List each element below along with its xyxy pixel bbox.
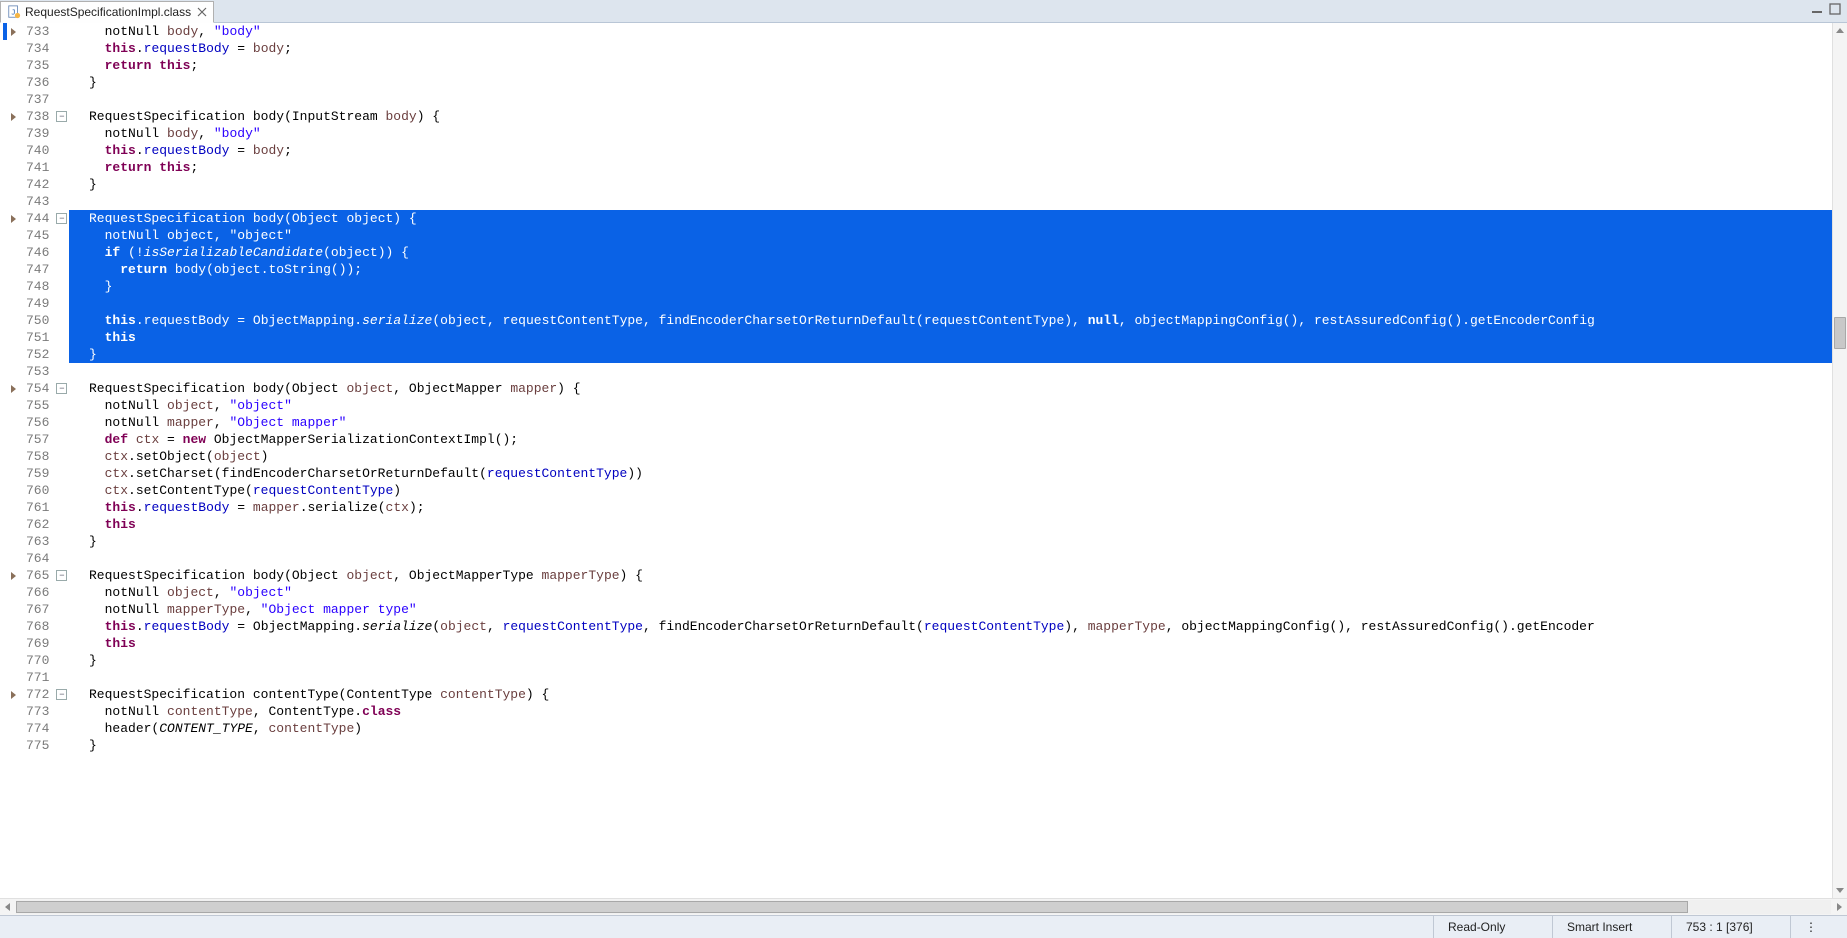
code-line[interactable] (69, 669, 1832, 686)
hscroll-track[interactable] (16, 900, 1831, 914)
tab-close-icon[interactable] (197, 7, 207, 17)
code-line[interactable]: } (69, 652, 1832, 669)
editor-window: J RequestSpecificationImpl.class 733 734… (0, 0, 1847, 938)
code-line[interactable]: header(CONTENT_TYPE, contentType) (69, 720, 1832, 737)
code-line[interactable]: notNull mapperType, "Object mapper type" (69, 601, 1832, 618)
code-line[interactable]: } (69, 176, 1832, 193)
scroll-down-icon[interactable] (1833, 882, 1847, 898)
fold-toggle-icon[interactable]: − (56, 689, 67, 700)
code-line[interactable]: def ctx = new ObjectMapperSerializationC… (69, 431, 1832, 448)
code-line[interactable]: RequestSpecification body(Object object,… (69, 380, 1832, 397)
code-line[interactable]: return this; (69, 57, 1832, 74)
code-line[interactable] (69, 193, 1832, 210)
override-marker-icon[interactable] (11, 691, 16, 699)
hscroll-thumb[interactable] (16, 901, 1688, 913)
editor-tab[interactable]: J RequestSpecificationImpl.class (0, 1, 214, 23)
vscroll-thumb[interactable] (1834, 317, 1846, 349)
code-line[interactable]: RequestSpecification body(Object object,… (69, 567, 1832, 584)
code-line[interactable]: } (69, 74, 1832, 91)
code-line[interactable]: RequestSpecification contentType(Content… (69, 686, 1832, 703)
code-line[interactable]: notNull body, "body" (69, 23, 1832, 40)
override-marker-icon[interactable] (11, 113, 16, 121)
status-cursor-position: 753 : 1 [376] (1671, 916, 1790, 938)
code-line[interactable] (69, 363, 1832, 380)
scroll-left-icon[interactable] (0, 899, 16, 915)
tab-title: RequestSpecificationImpl.class (25, 5, 191, 19)
code-viewport[interactable]: notNull body, "body" this.requestBody = … (69, 23, 1832, 898)
code-line[interactable]: if (!isSerializableCandidate(object)) { (69, 244, 1832, 261)
code-line[interactable]: ctx.setCharset(findEncoderCharsetOrRetur… (69, 465, 1832, 482)
fold-toggle-icon[interactable]: − (56, 570, 67, 581)
marker-ruler (0, 23, 10, 898)
code-line[interactable]: this (69, 516, 1832, 533)
status-bar: Read-Only Smart Insert 753 : 1 [376] ⋮ (0, 915, 1847, 938)
editor-body: 733 734 735 736 737 738 739 740 741 742 … (0, 23, 1847, 898)
code-line[interactable] (69, 295, 1832, 312)
code-line[interactable]: this.requestBody = body; (69, 40, 1832, 57)
override-marker-icon[interactable] (11, 28, 16, 36)
view-controls (1809, 2, 1843, 16)
horizontal-scrollbar[interactable] (0, 898, 1847, 915)
override-marker-icon[interactable] (11, 215, 16, 223)
code-line[interactable] (69, 91, 1832, 108)
code-line[interactable]: } (69, 737, 1832, 754)
scroll-up-icon[interactable] (1833, 23, 1847, 39)
status-insert-mode: Smart Insert (1552, 916, 1671, 938)
code-line[interactable]: this.requestBody = body; (69, 142, 1832, 159)
code-line[interactable]: this (69, 635, 1832, 652)
vscroll-track[interactable] (1833, 39, 1847, 882)
override-marker-icon[interactable] (11, 572, 16, 580)
fold-toggle-icon[interactable]: − (56, 111, 67, 122)
scroll-right-icon[interactable] (1831, 899, 1847, 915)
code-line[interactable]: } (69, 346, 1832, 363)
line-number-gutter: 733 734 735 736 737 738 739 740 741 742 … (24, 23, 55, 898)
status-readonly: Read-Only (1433, 916, 1552, 938)
status-extra: ⋮ (1790, 916, 1847, 938)
fold-toggle-icon[interactable]: − (56, 383, 67, 394)
override-marker-icon[interactable] (11, 385, 16, 393)
code-line[interactable]: this (69, 329, 1832, 346)
code-line[interactable]: notNull body, "body" (69, 125, 1832, 142)
code-line[interactable]: ctx.setContentType(requestContentType) (69, 482, 1832, 499)
fold-toggle-icon[interactable]: − (56, 213, 67, 224)
code-line[interactable]: RequestSpecification body(Object object)… (69, 210, 1832, 227)
code-line[interactable]: return body(object.toString()); (69, 261, 1832, 278)
vertical-scrollbar[interactable] (1832, 23, 1847, 898)
editor-area: 733 734 735 736 737 738 739 740 741 742 … (0, 23, 1847, 915)
code-line[interactable]: ctx.setObject(object) (69, 448, 1832, 465)
code-line[interactable] (69, 550, 1832, 567)
code-line[interactable]: this.requestBody = ObjectMapping.seriali… (69, 312, 1832, 329)
minimize-view-icon[interactable] (1809, 2, 1825, 16)
quickdiff-marker (3, 23, 7, 40)
class-file-icon: J (7, 5, 21, 19)
code-line[interactable]: notNull object, "object" (69, 584, 1832, 601)
code-line[interactable]: } (69, 533, 1832, 550)
code-line[interactable]: notNull mapper, "Object mapper" (69, 414, 1832, 431)
code-line[interactable]: this.requestBody = ObjectMapping.seriali… (69, 618, 1832, 635)
code-line[interactable]: notNull object, "object" (69, 397, 1832, 414)
tab-bar: J RequestSpecificationImpl.class (0, 0, 1847, 23)
code-line[interactable]: notNull contentType, ContentType.class (69, 703, 1832, 720)
folding-ruler: − − − − − (55, 23, 69, 898)
code-line[interactable]: return this; (69, 159, 1832, 176)
annotation-ruler (10, 23, 24, 898)
maximize-view-icon[interactable] (1827, 2, 1843, 16)
code-line[interactable]: } (69, 278, 1832, 295)
code-line[interactable]: RequestSpecification body(InputStream bo… (69, 108, 1832, 125)
code-line[interactable]: notNull object, "object" (69, 227, 1832, 244)
code-line[interactable]: this.requestBody = mapper.serialize(ctx)… (69, 499, 1832, 516)
